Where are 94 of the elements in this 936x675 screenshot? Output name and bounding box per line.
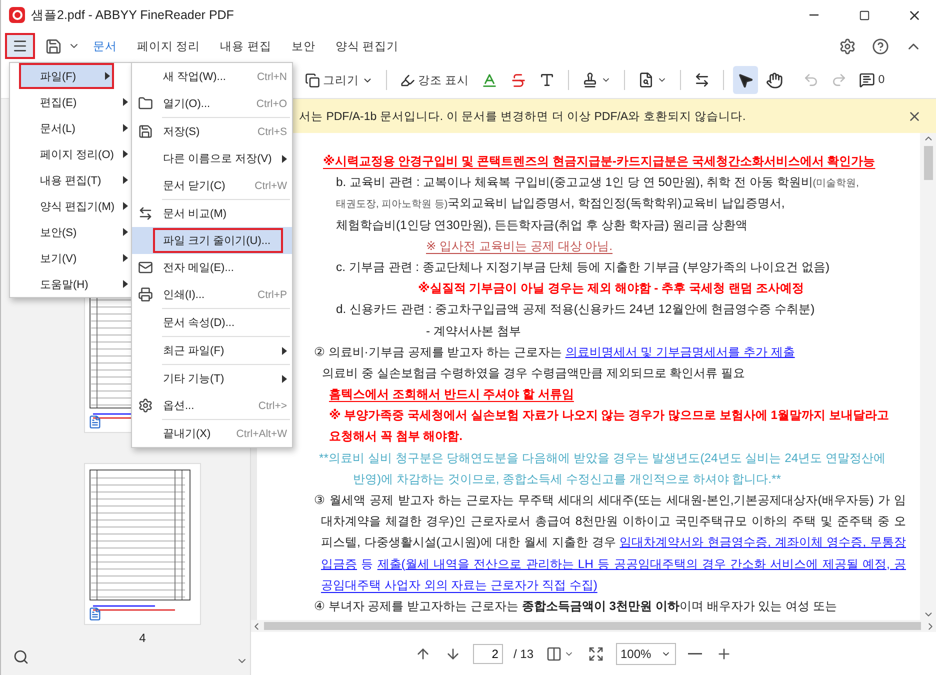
page-number-field[interactable]: 2 <box>473 644 504 664</box>
ribbon-tab[interactable]: 보안 <box>282 34 324 58</box>
menu-item[interactable]: 최근 파일(F) <box>132 337 292 364</box>
page-total: / 13 <box>513 646 534 660</box>
highlighter-icon <box>400 72 415 88</box>
stamp-icon <box>582 72 598 88</box>
zoom-dropdown[interactable]: 100% <box>616 642 676 664</box>
document-text-line: 태권도장, 피아노학원 등)국외교육비 납입증명서, 학점인정(독학학위)교육비 납입증명서, <box>336 195 785 212</box>
folder-icon <box>138 96 153 111</box>
ribbon-tab[interactable]: 페이지 정리 <box>128 34 210 58</box>
document-text-line: 요청해서 꼭 첨부 해야함. <box>329 428 463 446</box>
draw-button[interactable]: 그리기 <box>301 66 377 94</box>
document-icon <box>88 607 102 621</box>
menu-item[interactable]: 문서 닫기(C) Ctrl+W <box>132 172 292 199</box>
document-text-line: b. 교육비 관련 : 교복이나 체육복 구입비(중고교생 1인 당 연 50만원), 취학 전 아동 학원비(미술학원, <box>336 174 859 192</box>
document-text-line: 체험학습비(1인당 연30만원), 든든학자금(취업 후 상환 학자금) 원리금 상환액 <box>336 216 748 234</box>
document-text-line: - 계약서사본 첨부 <box>426 322 521 340</box>
document-text-line: 의료비 중 실손보험금 수령하였을 경우 수령금액만큼 제외되므로 확인서류 필요 <box>322 364 746 382</box>
menu-icon <box>12 38 28 54</box>
menu-item[interactable]: 문서 비교(M) <box>132 200 292 227</box>
menu-item[interactable]: 끝내기(X) Ctrl+Alt+W <box>132 420 292 447</box>
underlined-letter-icon <box>481 72 498 88</box>
document-icon <box>88 415 102 429</box>
pointer-tool-button[interactable] <box>733 66 758 94</box>
settings-icon <box>138 398 153 413</box>
document-text-line: ※시력교정용 안경구입비 및 콘택트렌즈의 현금지급분-카드지급분은 국세청간소화서비스에서 확인가능 <box>323 153 876 170</box>
notification-text: 서는 PDF/A-1b 문서입니다. 이 문서를 변경하면 더 이상 PDF/A와 호환되지 않습니다. <box>299 110 747 124</box>
document-text-line: 입금증 등 제출(월세 내역을 전산으로 관리하는 LH 등 공공임대주택의 경우 간소화 서비스에 제공될 예정, 공 <box>321 556 906 573</box>
document-text-line: 피스텔, 다중생활시설(고시원)에 대한 월세 지출한 경우 임대차계약서와 현금영수증, 계좌이체 영수증, 무통장 <box>321 534 906 552</box>
document-link[interactable]: 입금증 <box>321 556 357 571</box>
redo-icon <box>831 72 848 88</box>
menu-item[interactable]: 열기(O)... Ctrl+O <box>132 90 292 117</box>
plus-icon <box>716 646 732 662</box>
ribbon-tab[interactable]: 내용 편집 <box>211 34 280 58</box>
document-text-line: d. 신용카드 관련 : 중고차구입금액 공제 적용(신용카드 24년 12월안에 현금영수증 수취분) <box>336 301 815 318</box>
minus-icon <box>688 652 702 654</box>
zoom-out-button[interactable] <box>686 650 704 656</box>
shapes-icon <box>305 72 320 88</box>
menu-item[interactable]: 파일 크기 줄이기(U)... <box>132 227 292 254</box>
comment-icon <box>859 72 876 88</box>
window-title: 샘플2.pdf - ABBYY FineReader PDF <box>31 6 235 24</box>
document-link[interactable]: 임대차계약서와 현금영수증, 계좌이체 영수증, 무통장 <box>620 535 906 550</box>
pointer-icon <box>737 72 754 88</box>
menu-item[interactable]: 새 작업(W)... Ctrl+N <box>132 63 292 90</box>
compare-icon <box>138 206 153 221</box>
scrollbar-thumb[interactable] <box>924 146 932 180</box>
page-number: 4 <box>139 631 146 645</box>
save-icon <box>45 38 62 54</box>
document-link[interactable]: 제출(월세 내역을 전산으로 관리하는 LH 등 공공임대주택의 경우 간소화 서비스에 제공될 예정, 공 <box>377 556 906 571</box>
document-text-line: ④ 부녀자 공제를 받고자하는 근로자는 종합소득금액이 3천만원 이하이며 배우자가 있는 여성 또는 <box>314 598 837 615</box>
ribbon-tab[interactable]: 양식 편집기 <box>326 34 408 58</box>
document-link[interactable]: 의료비명세서 및 기부금명세서를 추가 제출 <box>565 344 795 359</box>
envelope-icon <box>138 260 153 275</box>
text-icon <box>539 72 556 88</box>
ribbon-tab[interactable]: 문서 <box>84 34 126 58</box>
horizontal-scrollbar[interactable] <box>251 620 936 632</box>
document-text-line: 대차계약을 체결한 경우)인 근로자로서 총급여 8천만원 이하이고 국민주택규모 이하의 주택 및 준주택 중 오 <box>321 513 906 530</box>
menu-button[interactable] <box>5 33 35 59</box>
document-text-line: c. 기부금 관련 : 종교단체나 지정기부금 단체 등에 지출한 기부금 (부양가족의 나이요건 없음) <box>336 258 830 276</box>
menu-item[interactable]: 저장(S) Ctrl+S <box>132 118 292 145</box>
document-text-line: ③ 월세액 공제 받고자 하는 근로자는 무주택 세대의 세대주(또는 세대원-본인,기본공제대상자(배우자등) 가 임 <box>314 492 906 509</box>
menu-item[interactable]: 파일(F) <box>19 63 114 89</box>
maximize-icon <box>858 10 870 20</box>
app-logo-icon <box>9 7 25 23</box>
compare-icon <box>694 72 710 88</box>
document-text-line: **의료비 실비 청구분은 당해연도분을 다음해에 받았을 경우는 발생년도(24년도 실비는 24년도 연말정산에 <box>319 450 886 467</box>
menu-item[interactable]: 인쇄(I)... Ctrl+P <box>132 281 292 308</box>
menu-item[interactable]: 기타 기능(T) <box>132 365 292 392</box>
document-text-line: ※ 부양가족중 국세청에서 실손보험 자료가 나오지 않는 경우가 많으므로 보험사에 1월말까지 보내달라고 <box>329 407 889 424</box>
menu-item[interactable]: 전자 메일(E)... <box>132 254 292 281</box>
printer-icon <box>138 287 153 302</box>
document-text-line: ② 의료비·기부금 공제를 받고자 하는 근로자는 의료비명세서 및 기부금명세서를 추가 제출 <box>314 344 795 361</box>
menu-item[interactable]: 문서 속성(D)... <box>132 309 292 336</box>
document-text-line: 공임대주택 사업자 외의 자료는 근로자가 직접 수집) <box>321 576 598 594</box>
undo-icon <box>803 72 820 88</box>
settings-icon <box>839 38 856 54</box>
highlight-button[interactable]: 강조 표시 <box>396 66 474 94</box>
help-button[interactable] <box>870 36 891 56</box>
document-text-line: ※ 입사전 교육비는 공제 대상 아님. <box>426 238 613 255</box>
document-text-line: ※실질적 기부금이 아닐 경우는 제외 해야함 - 추후 국세청 랜덤 조사예정 <box>418 280 804 298</box>
fit-page-icon <box>546 646 562 662</box>
document-search-icon <box>638 72 654 88</box>
menu-item[interactable]: 다른 이름으로 저장(V) <box>132 145 292 172</box>
comments-button[interactable]: 0 <box>855 66 889 94</box>
hand-icon <box>766 72 784 88</box>
vertical-scrollbar[interactable] <box>920 133 936 620</box>
expand-icon <box>588 646 604 662</box>
help-icon <box>872 38 889 54</box>
strikethrough-icon <box>510 72 528 88</box>
search-icon[interactable] <box>13 649 29 665</box>
document-text-line: 반영)에 차감하는 것이므로, 종합소득세 수정신고를 개인적으로 하셔야 합니다.** <box>353 470 782 488</box>
menu-item[interactable]: 옵션... Ctrl+> <box>132 392 292 419</box>
document-text-line: 홈텍스에서 조회해서 반드시 주셔야 할 서류임 <box>329 386 574 404</box>
save-icon <box>138 124 153 139</box>
